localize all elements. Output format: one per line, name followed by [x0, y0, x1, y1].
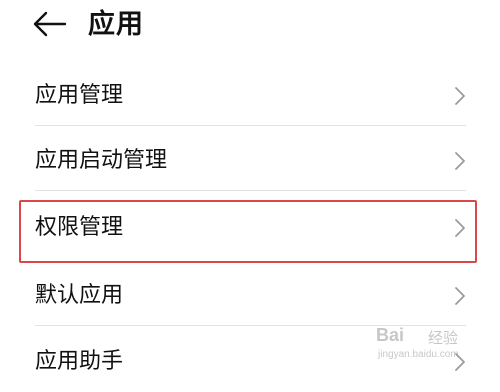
back-button[interactable]: [32, 10, 68, 38]
menu-item-label: 权限管理: [35, 215, 124, 240]
page-title: 应用: [88, 9, 144, 40]
menu-item-label: 默认应用: [35, 283, 124, 308]
chevron-right-icon: [454, 352, 466, 372]
chevron-right-icon: [454, 218, 466, 238]
menu-item-default-apps[interactable]: 默认应用: [0, 266, 500, 326]
arrow-left-icon: [33, 11, 67, 37]
menu-item-permission-management[interactable]: 权限管理: [0, 198, 500, 258]
chevron-right-icon: [454, 286, 466, 306]
menu-item-app-assistant[interactable]: 应用助手: [0, 332, 500, 392]
chevron-right-icon: [454, 151, 466, 171]
menu-item-label: 应用启动管理: [35, 148, 168, 173]
chevron-right-icon: [454, 86, 466, 106]
menu-item-label: 应用助手: [35, 349, 124, 374]
menu-item-app-launch-management[interactable]: 应用启动管理: [0, 131, 500, 191]
app-header: 应用: [0, 0, 500, 56]
divider: [35, 125, 466, 126]
menu-item-app-management[interactable]: 应用管理: [0, 66, 500, 126]
divider: [35, 190, 466, 191]
menu-item-label: 应用管理: [35, 83, 124, 108]
divider: [35, 325, 466, 326]
